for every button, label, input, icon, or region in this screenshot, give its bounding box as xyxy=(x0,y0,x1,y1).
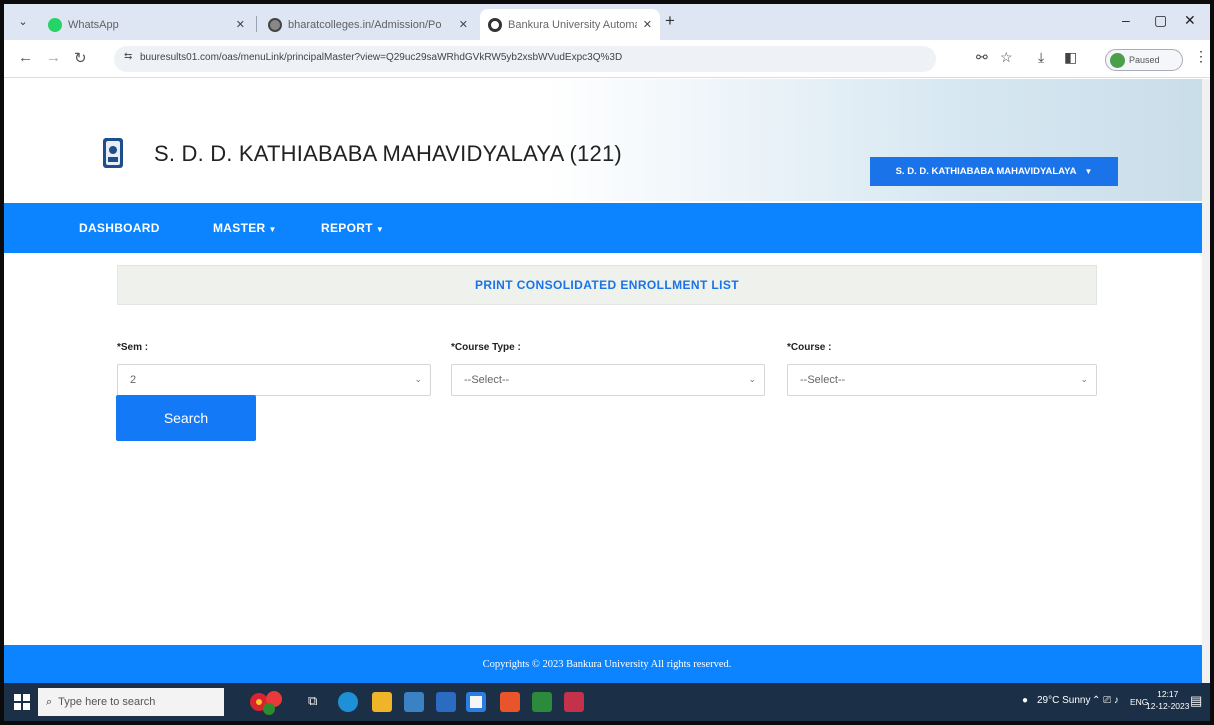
excel-icon[interactable] xyxy=(532,692,552,712)
menu-kebab-icon[interactable]: ⋮ xyxy=(1194,48,1208,65)
task-view-icon[interactable]: ⧉ xyxy=(308,693,317,709)
tab-whatsapp[interactable]: WhatsApp ✕ xyxy=(40,9,253,40)
main-nav: DASHBOARD MASTER ▼ REPORT ▼ xyxy=(4,203,1210,253)
app-icon[interactable] xyxy=(500,692,520,712)
browser-tab-bar: ⌄ WhatsApp ✕ bharatcolleges.in/Admission… xyxy=(4,4,1210,40)
nav-master[interactable]: MASTER ▼ xyxy=(213,221,277,235)
avatar xyxy=(1110,52,1125,68)
tab-admission[interactable]: bharatcolleges.in/Admission/Po ✕ xyxy=(260,9,476,40)
windows-taskbar: ⌕ Type here to search ⧉ ● 29°C Sunny ⌃ ⎚… xyxy=(4,683,1210,721)
search-icon: ⌕ xyxy=(46,695,53,708)
search-button[interactable]: Search xyxy=(116,395,256,441)
flower-news-icon[interactable] xyxy=(247,687,289,717)
course-label: *Course : xyxy=(787,342,832,353)
store-icon[interactable] xyxy=(404,692,424,712)
chevron-down-icon: ⌄ xyxy=(1080,374,1088,384)
url-text[interactable]: buuresults01.com/oas/menuLink/principalM… xyxy=(140,52,840,63)
close-tab-icon[interactable]: ✕ xyxy=(643,18,652,31)
site-footer: Copyrights © 2023 Bankura University All… xyxy=(4,645,1210,683)
minimize-icon[interactable]: – xyxy=(1122,12,1130,28)
forward-icon[interactable]: → xyxy=(46,49,61,66)
sem-select[interactable]: 2 ⌄ xyxy=(117,364,431,396)
windows-start-icon[interactable] xyxy=(14,694,30,710)
tab-bankura-university[interactable]: Bankura University Automation ✕ xyxy=(480,9,660,40)
course-type-select[interactable]: --Select-- ⌄ xyxy=(451,364,765,396)
taskbar-search-input[interactable]: ⌕ Type here to search xyxy=(38,688,224,716)
profile-button[interactable]: Paused xyxy=(1105,49,1183,71)
whatsapp-icon xyxy=(48,17,62,32)
site-info-icon[interactable]: ⇆ xyxy=(124,51,132,62)
side-panel-icon[interactable]: ◧ xyxy=(1064,49,1077,66)
pdf-reader-icon[interactable] xyxy=(564,692,584,712)
web-page: S. D. D. KATHIABABA MAHAVIDYALAYA (121) … xyxy=(4,79,1210,683)
download-icon[interactable]: ⤓ xyxy=(1038,49,1044,66)
nav-dashboard[interactable]: DASHBOARD xyxy=(79,221,160,235)
notification-icon[interactable]: ▤ xyxy=(1190,693,1202,709)
caret-down-icon: ▼ xyxy=(268,225,277,234)
reload-icon[interactable]: ↻ xyxy=(74,49,87,67)
edge-browser-icon[interactable] xyxy=(338,692,358,712)
globe-icon xyxy=(268,17,282,32)
translate-icon[interactable]: ⚯ xyxy=(976,49,988,66)
page-title: S. D. D. KATHIABABA MAHAVIDYALAYA (121) xyxy=(154,141,622,166)
bookmark-star-icon[interactable]: ☆ xyxy=(1000,49,1013,66)
chevron-down-icon: ⌄ xyxy=(748,374,756,384)
back-icon[interactable]: ← xyxy=(18,49,33,66)
mail-icon[interactable] xyxy=(436,692,456,712)
clock[interactable]: 12:17 12-12-2023 xyxy=(1146,688,1189,712)
course-select[interactable]: --Select-- ⌄ xyxy=(787,364,1097,396)
chrome-icon[interactable] xyxy=(466,692,486,712)
copyright-text: Copyrights © 2023 Bankura University All… xyxy=(482,658,732,670)
chevron-down-icon: ⌄ xyxy=(414,374,422,384)
tab-search-icon[interactable]: ⌄ xyxy=(14,13,32,31)
screen: ⌄ WhatsApp ✕ bharatcolleges.in/Admission… xyxy=(4,4,1210,721)
site-header: S. D. D. KATHIABABA MAHAVIDYALAYA (121) … xyxy=(4,79,1210,201)
close-tab-icon[interactable]: ✕ xyxy=(236,18,245,31)
close-tab-icon[interactable]: ✕ xyxy=(459,18,468,31)
caret-down-icon: ▼ xyxy=(375,225,385,234)
maximize-icon[interactable]: ▢ xyxy=(1154,12,1167,29)
panel-heading: PRINT CONSOLIDATED ENROLLMENT LIST xyxy=(117,265,1097,305)
institution-dropdown-button[interactable]: S. D. D. KATHIABABA MAHAVIDYALAYA ▼ xyxy=(870,157,1118,186)
site-icon xyxy=(488,17,502,32)
weather-text[interactable]: 29°C Sunny xyxy=(1037,695,1090,706)
college-logo-icon xyxy=(103,138,123,168)
tray-overflow-icon[interactable]: ⌃ ⎚ ♪ xyxy=(1092,695,1119,706)
course-type-label: *Course Type : xyxy=(451,342,521,353)
page-scrollbar[interactable] xyxy=(1202,79,1210,683)
address-bar-row: ← → ↻ ⇆ buuresults01.com/oas/menuLink/pr… xyxy=(4,40,1210,78)
url-bar[interactable]: ⇆ buuresults01.com/oas/menuLink/principa… xyxy=(114,46,936,72)
weather-sun-icon[interactable]: ● xyxy=(1022,695,1028,706)
file-explorer-icon[interactable] xyxy=(372,692,392,712)
new-tab-icon[interactable]: + xyxy=(665,11,675,31)
close-window-icon[interactable]: ✕ xyxy=(1184,12,1196,29)
nav-report[interactable]: REPORT ▼ xyxy=(321,221,384,235)
caret-down-icon: ▼ xyxy=(1084,167,1093,176)
sem-label: *Sem : xyxy=(117,342,149,353)
